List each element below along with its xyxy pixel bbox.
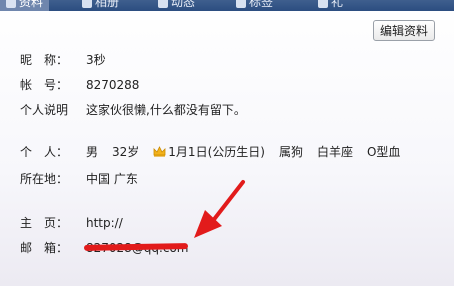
zodiac-value: 属狗 (278, 145, 303, 159)
tab-feed[interactable]: 动态 (158, 0, 195, 11)
email-row: 邮 箱： 827028@qq.com (0, 240, 189, 256)
account-value: 8270288 (86, 78, 140, 92)
personal-label: 个 人： (20, 145, 69, 159)
album-tab-icon (82, 0, 92, 8)
location-value: 中国 广东 (86, 172, 138, 186)
homepage-label: 主 页： (20, 216, 69, 230)
age-value: 32岁 (112, 145, 140, 159)
tab-feed-label: 动态 (171, 0, 196, 9)
tab-album-label: 相册 (95, 0, 120, 9)
location-label: 所在地： (20, 172, 69, 186)
tab-album[interactable]: 相册 (82, 0, 119, 11)
bio-label: 个人说明 (20, 103, 69, 117)
birthday-value: 1月1日(公历生日) (168, 145, 265, 159)
constellation-value: 白羊座 (316, 145, 353, 159)
homepage-value[interactable]: http:// (86, 215, 123, 231)
profile-tab-icon (6, 0, 16, 8)
nickname-label: 昵 称： (20, 53, 69, 67)
tab-profile-label: 资料 (19, 0, 44, 9)
feed-tab-icon (158, 0, 168, 8)
email-field: 827028@qq.com (83, 240, 189, 256)
tab-tags[interactable]: 标签 (236, 0, 273, 11)
tags-tab-icon (236, 0, 246, 8)
tab-gift[interactable]: 礼 (318, 0, 343, 11)
tab-profile[interactable]: 资料 (0, 0, 50, 11)
blood-type-value: O型血 (366, 145, 401, 159)
tab-bar: 资料 相册 动态 标签 礼 (0, 0, 454, 11)
personal-values: 男 32岁 1月1日(公历生日) 属狗 白羊座 O型血 (86, 144, 400, 160)
tab-tags-label: 标签 (249, 0, 274, 9)
edit-profile-button[interactable]: 编辑资料 (373, 20, 435, 41)
crown-icon (153, 146, 166, 157)
gift-tab-icon (318, 0, 328, 8)
tab-gift-label: 礼 (331, 0, 344, 9)
email-label: 邮 箱： (20, 241, 69, 255)
nickname-value: 3秒 (86, 53, 106, 67)
bio-value: 这家伙很懒,什么都没有留下。 (86, 103, 246, 117)
gender-value: 男 (86, 145, 99, 159)
account-label: 帐 号： (20, 78, 69, 92)
